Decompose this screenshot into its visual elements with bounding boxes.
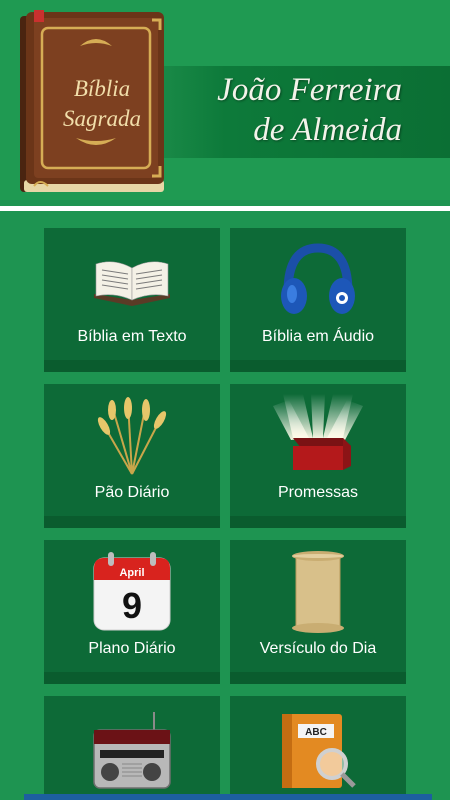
bottom-bar [0, 794, 450, 800]
tile-label: Versículo do Dia [259, 640, 377, 657]
radio-icon [93, 712, 171, 789]
calendar-day: 9 [122, 585, 142, 626]
app-title-line1: João Ferreira [217, 72, 402, 108]
tile-label: Promessas [277, 484, 359, 501]
logo-text: Bíblia Sagrada [54, 74, 150, 134]
tile-pao-diario[interactable]: Pão Diário [44, 384, 220, 528]
app-title-line2: de Almeida [253, 112, 402, 148]
bible-logo: Bíblia Sagrada [20, 10, 168, 194]
dictionary-icon: ABC [282, 714, 356, 788]
tile-label: Bíblia em Texto [77, 328, 187, 345]
tile-promessas[interactable]: Promessas [230, 384, 406, 528]
calendar-icon: April 9 [93, 552, 171, 631]
tile-label: Plano Diário [88, 640, 176, 657]
tile-plano-diario[interactable]: April 9 Plano Diário [44, 540, 220, 684]
logo-line1: Bíblia [73, 76, 131, 101]
calendar-month: April [119, 567, 144, 579]
header-divider [0, 206, 450, 211]
tile-versiculo-dia[interactable]: Versículo do Dia [230, 540, 406, 684]
tile-dicionario[interactable]: ABC [230, 696, 406, 800]
app-header: Bíblia Sagrada João Ferreira de Almeida [0, 0, 450, 200]
tile-biblia-audio[interactable]: Bíblia em Áudio [230, 228, 406, 372]
tile-biblia-texto[interactable]: Bíblia em Texto [44, 228, 220, 372]
wheat-icon [97, 397, 167, 475]
glowing-box-icon [273, 394, 363, 470]
tile-label: Bíblia em Áudio [261, 328, 375, 345]
tile-radio[interactable] [44, 696, 220, 800]
headphones-icon [281, 243, 355, 314]
dictionary-cover-text: ABC [305, 727, 327, 738]
bottom-bar-accent [24, 794, 432, 800]
tile-label: Pão Diário [94, 484, 170, 501]
scroll-icon [292, 551, 344, 633]
open-bible-icon [94, 261, 170, 306]
app-title: João Ferreira de Almeida [217, 70, 402, 150]
logo-line2: Sagrada [63, 106, 141, 131]
